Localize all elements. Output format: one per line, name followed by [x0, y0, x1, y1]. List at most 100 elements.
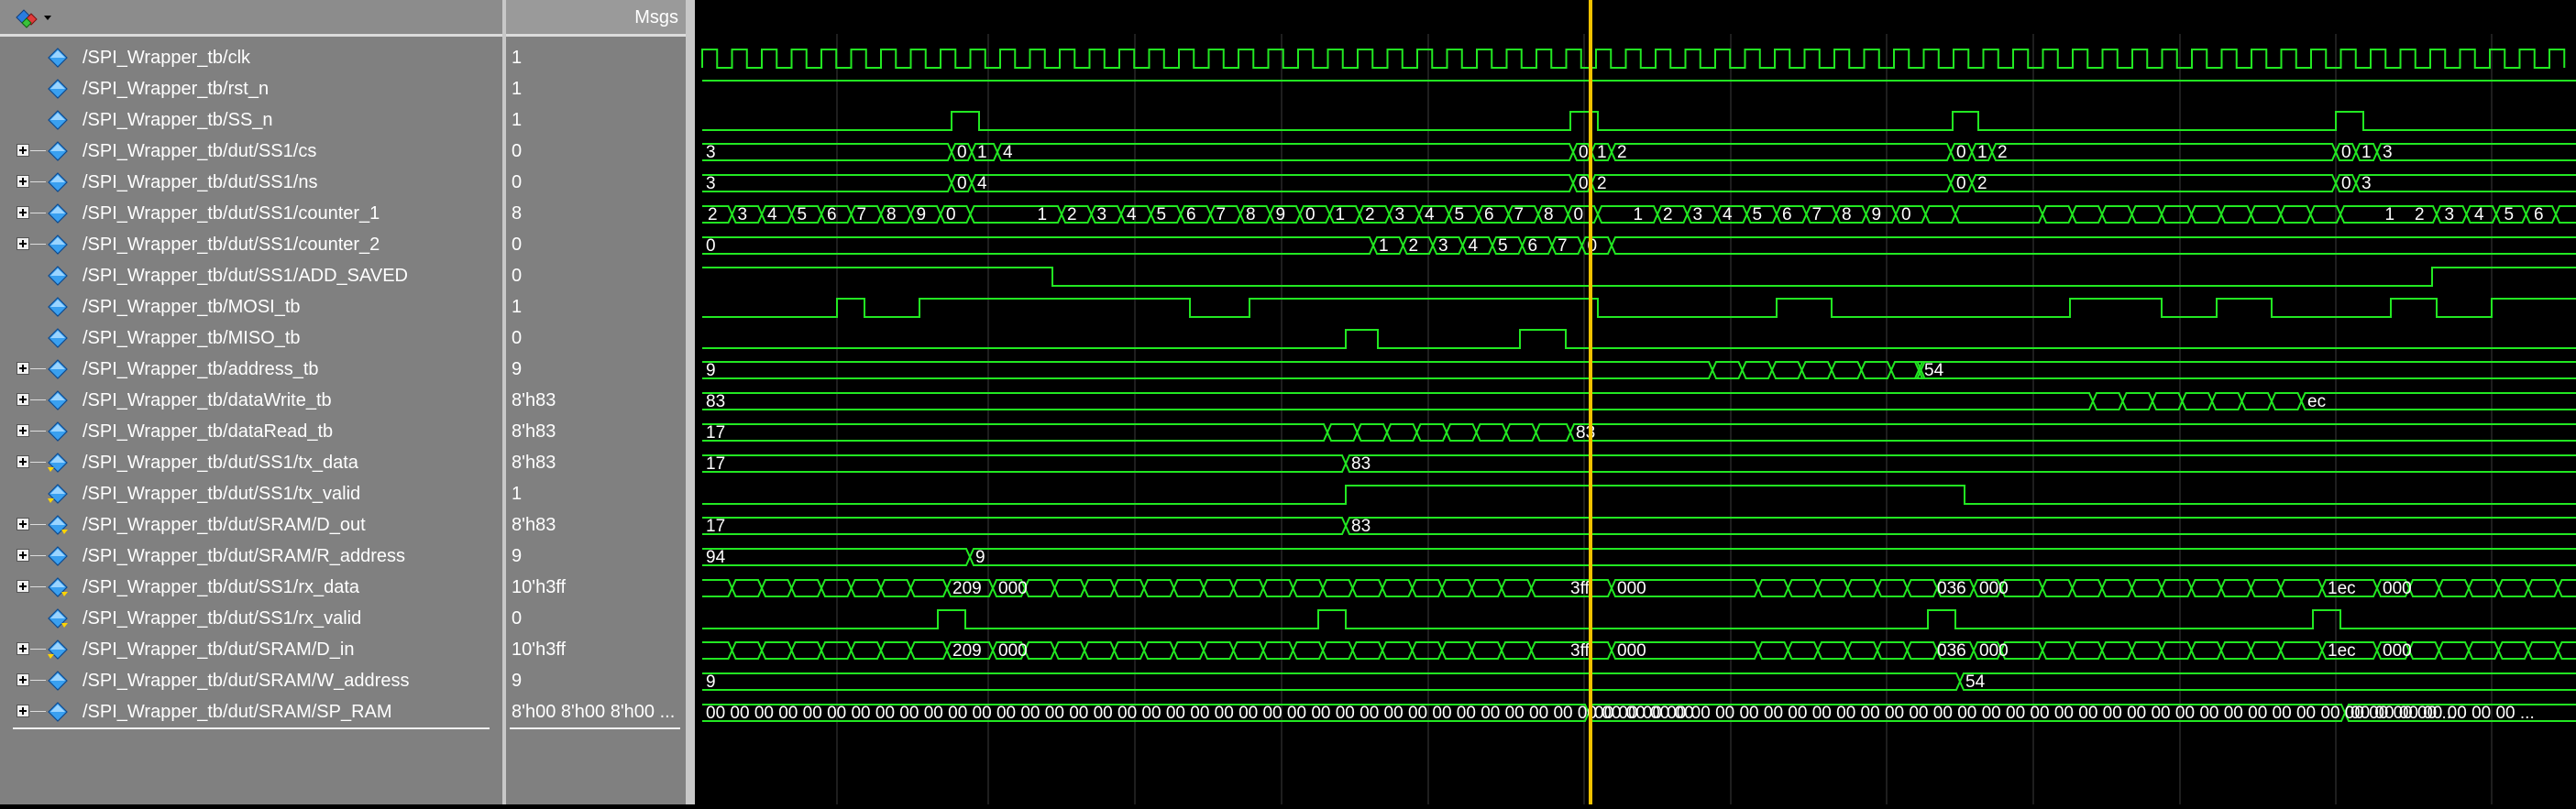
signal-value-row[interactable]: 1 [506, 73, 686, 104]
signal-value-row[interactable]: 0 [506, 603, 686, 634]
tree-connector [30, 524, 46, 525]
expand-plus-icon[interactable] [17, 580, 29, 593]
counter1-bus-label: 5 [2504, 205, 2515, 224]
signal-row[interactable]: /SPI_Wrapper_tb/MISO_tb [0, 323, 502, 354]
counter1-bus-label: 1 [1038, 205, 1048, 224]
signal-value-row[interactable]: 1 [506, 42, 686, 73]
expand-plus-icon[interactable] [17, 206, 29, 219]
signal-value-row[interactable]: 8'h83 [506, 385, 686, 416]
rxdata-bus-label: 1ec [2328, 579, 2356, 598]
signal-row[interactable]: /SPI_Wrapper_tb/MOSI_tb [0, 291, 502, 323]
signal-diamond-icon [48, 141, 68, 161]
signal-row[interactable]: /SPI_Wrapper_tb/dut/SS1/counter_1 [0, 198, 502, 229]
signal-value: 9 [512, 359, 522, 380]
signal-value-row[interactable]: 8 [506, 198, 686, 229]
din-bus-segment [1502, 642, 1532, 659]
signal-value-row[interactable]: 0 [506, 323, 686, 354]
rxdata-bus-label: 000 [2383, 579, 2412, 598]
signal-row[interactable]: /SPI_Wrapper_tb/dut/SS1/tx_valid [0, 478, 502, 509]
signal-value-row[interactable]: 0 [506, 229, 686, 260]
spram-bus-label: 00 00 00 00 00 00 00 00 00 00 00 00 00 0… [1594, 704, 2456, 723]
din-bus-segment [1758, 642, 1789, 659]
din-bus-segment [2499, 642, 2529, 659]
signal-diamond-icon [48, 390, 68, 410]
waddress-bus-label: 54 [1965, 672, 1986, 692]
expand-plus-icon[interactable] [17, 175, 29, 188]
signal-value-row[interactable]: 8'h83 [506, 509, 686, 541]
dataread-bus-label: 17 [706, 423, 725, 443]
expand-plus-icon[interactable] [17, 455, 29, 468]
signal-row[interactable]: /SPI_Wrapper_tb/dut/SS1/cs [0, 136, 502, 167]
din-bus-segment [2559, 642, 2576, 659]
cs-bus-segment [2377, 144, 2576, 160]
signal-value-row[interactable]: 9 [506, 354, 686, 385]
signal-row[interactable]: /SPI_Wrapper_tb/dut/SRAM/D_in [0, 634, 502, 665]
tree-connector [30, 711, 46, 712]
counter1-bus-label: 6 [1782, 205, 1792, 224]
signal-value-row[interactable]: 10'h3ff [506, 634, 686, 665]
expand-plus-icon[interactable] [17, 237, 29, 250]
signal-row[interactable]: /SPI_Wrapper_tb/dut/SS1/rx_data [0, 572, 502, 603]
signal-value-row[interactable]: 8'h83 [506, 447, 686, 478]
wave-tool-icon[interactable] [13, 6, 57, 28]
signal-row[interactable]: /SPI_Wrapper_tb/dut/SS1/counter_2 [0, 229, 502, 260]
waveform-canvas[interactable]: 3014012012013304020203234567890123456789… [695, 0, 2576, 804]
signal-row[interactable]: /SPI_Wrapper_tb/clk [0, 42, 502, 73]
signal-value-row[interactable]: 1 [506, 478, 686, 509]
signal-row[interactable]: /SPI_Wrapper_tb/dut/SS1/ns [0, 167, 502, 198]
signal-row[interactable]: /SPI_Wrapper_tb/SS_n [0, 104, 502, 136]
waveform-pane[interactable]: 3014012012013304020203234567890123456789… [695, 0, 2576, 804]
signal-row[interactable]: /SPI_Wrapper_tb/dut/SS1/tx_data [0, 447, 502, 478]
signal-value-row[interactable]: 1 [506, 104, 686, 136]
signal-value-row[interactable]: 9 [506, 541, 686, 572]
signal-row[interactable]: /SPI_Wrapper_tb/rst_n [0, 73, 502, 104]
counter1-bus-label: 0 [1901, 205, 1911, 224]
expand-plus-icon[interactable] [17, 518, 29, 530]
signal-diamond-icon [48, 79, 68, 99]
counter1-bus-label: 2 [1365, 205, 1375, 224]
signal-value-row[interactable]: 9 [506, 665, 686, 696]
signal-value: 0 [512, 141, 522, 162]
dout-bus-label: 17 [706, 517, 725, 536]
signal-row[interactable]: /SPI_Wrapper_tb/dut/SRAM/D_out [0, 509, 502, 541]
signal-value-row[interactable]: 8'h00 8'h00 8'h00 ... [506, 696, 686, 727]
signal-diamond-icon [48, 203, 68, 224]
signal-name: /SPI_Wrapper_tb/dut/SRAM/D_out [83, 515, 366, 536]
signal-row[interactable]: /SPI_Wrapper_tb/dut/SRAM/W_address [0, 665, 502, 696]
signal-value-row[interactable]: 0 [506, 136, 686, 167]
pane-splitter[interactable] [686, 0, 695, 804]
signal-diamond-out-icon [48, 577, 68, 597]
rxdata-bus-segment [1818, 580, 1848, 596]
expand-plus-icon[interactable] [17, 642, 29, 655]
signal-row[interactable]: /SPI_Wrapper_tb/dut/SS1/rx_valid [0, 603, 502, 634]
signal-value-row[interactable]: 8'h83 [506, 416, 686, 447]
signal-value-row[interactable]: 10'h3ff [506, 572, 686, 603]
expand-plus-icon[interactable] [17, 549, 29, 562]
expand-plus-icon[interactable] [17, 673, 29, 686]
expand-plus-icon[interactable] [17, 362, 29, 375]
signal-row[interactable]: /SPI_Wrapper_tb/dut/SRAM/R_address [0, 541, 502, 572]
cs-bus-label: 2 [1617, 143, 1627, 162]
expand-plus-icon[interactable] [17, 393, 29, 406]
counter1-bus-label: 6 [1484, 205, 1494, 224]
signal-value-row[interactable]: 0 [506, 167, 686, 198]
cs-bus-label: 4 [1003, 143, 1013, 162]
signal-row[interactable]: /SPI_Wrapper_tb/dut/SS1/ADD_SAVED [0, 260, 502, 291]
signal-row[interactable]: /SPI_Wrapper_tb/dut/SRAM/SP_RAM [0, 696, 502, 727]
tree-connector [30, 399, 46, 400]
datawrite-bus-segment [702, 393, 2093, 410]
expand-plus-icon[interactable] [17, 424, 29, 437]
din-bus-segment [1442, 642, 1472, 659]
counter1-bus-label: 3 [738, 205, 748, 224]
signal-value-row[interactable]: 0 [506, 260, 686, 291]
din-bus-label: 000 [2383, 641, 2412, 661]
expand-plus-icon[interactable] [17, 705, 29, 717]
signal-row[interactable]: /SPI_Wrapper_tb/dataRead_tb [0, 416, 502, 447]
signal-diamond-icon [48, 546, 68, 566]
signal-row[interactable]: /SPI_Wrapper_tb/address_tb [0, 354, 502, 385]
signal-value-row[interactable]: 1 [506, 291, 686, 323]
ns-bus-label: 3 [2361, 174, 2372, 193]
address-bus-segment [702, 362, 1712, 378]
expand-plus-icon[interactable] [17, 144, 29, 157]
signal-row[interactable]: /SPI_Wrapper_tb/dataWrite_tb [0, 385, 502, 416]
